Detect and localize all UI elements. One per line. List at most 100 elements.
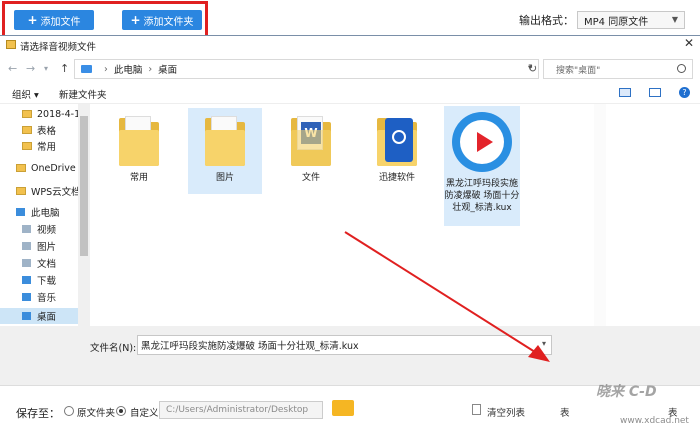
app-toolbar: + 添加文件 + 添加文件夹 输出格式： MP4 同原文件 ▼ xyxy=(0,0,700,38)
output-format-value: MP4 同原文件 xyxy=(584,16,649,28)
video-icon xyxy=(22,225,31,233)
file-item-label: 常用 xyxy=(129,173,148,183)
folder-icon xyxy=(22,126,32,134)
sidebar-item-label: 常用 xyxy=(37,142,57,153)
add-folder-label: 添加文件夹 xyxy=(143,16,194,28)
computer-icon xyxy=(81,65,92,73)
save-bar: 保存至： 原文件夹 自定义 C:/Users/Administrator/Des… xyxy=(0,385,700,434)
sidebar-item-onedrive[interactable]: OneDrive xyxy=(0,160,88,176)
preview-pane-icon[interactable] xyxy=(649,88,661,97)
sidebar-item-tables[interactable]: 表格 xyxy=(0,122,88,138)
radio-custom[interactable] xyxy=(116,406,126,416)
back-arrow-icon[interactable]: ← xyxy=(8,62,17,75)
sidebar-scrollbar-thumb[interactable] xyxy=(80,116,88,256)
search-input[interactable]: 搜索"桌面" xyxy=(543,59,693,79)
chevron-down-icon: ▼ xyxy=(671,15,678,24)
picture-icon xyxy=(22,242,31,250)
file-item-kux-video[interactable]: 黑龙江呼玛段实施防凌爆破 场面十分壮观_标清.kux xyxy=(444,106,520,226)
add-file-label: 添加文件 xyxy=(40,16,81,28)
view-mode-icon[interactable] xyxy=(619,88,631,97)
file-list-scrollbar[interactable] xyxy=(594,104,606,326)
filename-label: 文件名(N): xyxy=(90,343,137,354)
navigation-pane: 2018-4-12 表格 常用 OneDrive WPS云文档 此电脑 视频 图… xyxy=(0,104,90,326)
file-item-label: 图片 xyxy=(215,173,234,183)
file-item-xunjie-folder[interactable]: 迅捷软件 xyxy=(360,108,434,194)
folder-icon xyxy=(22,142,32,150)
up-arrow-icon[interactable]: ↑ xyxy=(60,62,69,75)
sidebar-item-2018-4-12[interactable]: 2018-4-12 xyxy=(0,106,88,122)
save-path-field[interactable]: C:/Users/Administrator/Desktop xyxy=(159,401,323,419)
sidebar-item-videos[interactable]: 视频 xyxy=(0,221,88,237)
chevron-down-icon[interactable]: ▾ xyxy=(44,64,48,73)
file-item-pictures-folder[interactable]: 图片 xyxy=(188,108,262,194)
document-icon xyxy=(22,259,31,267)
sidebar-item-this-pc[interactable]: 此电脑 xyxy=(0,204,88,220)
dialog-title: 请选择音视频文件 xyxy=(20,42,97,53)
search-icon xyxy=(677,64,686,73)
plus-icon: + xyxy=(27,13,38,27)
trash-icon[interactable] xyxy=(472,404,481,415)
list-button[interactable]: 表 xyxy=(560,405,570,419)
plus-icon: + xyxy=(130,13,141,27)
sidebar-item-common[interactable]: 常用 xyxy=(0,138,88,154)
folder-icon xyxy=(22,110,32,118)
output-format-select[interactable]: MP4 同原文件 ▼ xyxy=(577,11,685,29)
sidebar-item-label: 此电脑 xyxy=(31,208,60,219)
file-item-files-folder[interactable]: W 文件 xyxy=(274,108,348,194)
file-item-common-folder[interactable]: 常用 xyxy=(102,108,176,194)
sidebar-item-documents[interactable]: 文档 xyxy=(0,255,88,271)
sidebar-item-label: 文档 xyxy=(37,259,57,270)
breadcrumb-root[interactable]: 此电脑 xyxy=(114,62,143,76)
save-to-label: 保存至： xyxy=(16,407,60,420)
add-file-button[interactable]: + 添加文件 xyxy=(14,10,94,30)
address-row: ← → ▾ ↑ › 此电脑 › 桌面 ▾ ↻ 搜索"桌面" xyxy=(0,56,700,82)
close-icon[interactable]: ✕ xyxy=(684,36,694,50)
organize-button[interactable]: 组织 ▾ xyxy=(12,87,39,101)
folder-icon xyxy=(205,116,245,168)
forward-arrow-icon[interactable]: → xyxy=(26,62,35,75)
video-player-icon xyxy=(452,112,512,172)
radio-original-label: 原文件夹 xyxy=(77,408,116,419)
new-folder-button[interactable]: 新建文件夹 xyxy=(59,87,107,101)
command-bar: 组织 ▾ 新建文件夹 ? xyxy=(0,82,700,104)
folder-icon xyxy=(16,187,26,195)
breadcrumb-folder[interactable]: 桌面 xyxy=(158,62,177,76)
filename-value: 黑龙江呼玛段实施防凌爆破 场面十分壮观_标清.kux xyxy=(141,341,359,352)
sidebar-item-pictures[interactable]: 图片 xyxy=(0,238,88,254)
folder-icon xyxy=(16,164,26,172)
watermark-url: www.xdcad.net xyxy=(620,416,689,426)
file-item-label: 黑龙江呼玛段实施防凌爆破 场面十分壮观_标清.kux xyxy=(444,179,520,213)
output-format-label: 输出格式： xyxy=(519,14,574,27)
download-icon xyxy=(22,276,31,284)
radio-custom-label: 自定义 xyxy=(130,408,159,419)
word-folder-icon: W xyxy=(291,116,331,168)
sidebar-item-music[interactable]: 音乐 xyxy=(0,289,88,305)
filename-row: 文件名(N): 黑龙江呼玛段实施防凌爆破 场面十分壮观_标清.kux ▾ xyxy=(0,326,700,386)
filename-input[interactable]: 黑龙江呼玛段实施防凌爆破 场面十分壮观_标清.kux ▾ xyxy=(137,335,552,355)
file-item-label: 迅捷软件 xyxy=(378,173,415,183)
radio-original-folder[interactable] xyxy=(64,406,74,416)
add-folder-button[interactable]: + 添加文件夹 xyxy=(122,10,202,30)
dialog-titlebar: 请选择音视频文件 ✕ xyxy=(0,36,700,54)
clear-list-button[interactable]: 清空列表 xyxy=(487,405,525,419)
address-bar[interactable]: › 此电脑 › 桌面 ▾ xyxy=(74,59,539,79)
sidebar-item-label: 下载 xyxy=(37,276,57,287)
help-icon[interactable]: ? xyxy=(679,87,690,98)
sidebar-item-downloads[interactable]: 下载 xyxy=(0,272,88,288)
folder-icon xyxy=(119,116,159,168)
watermark: 晓来 C-D xyxy=(596,384,657,400)
file-item-label: 文件 xyxy=(301,173,320,183)
refresh-icon[interactable]: ↻ xyxy=(528,62,537,75)
sidebar-item-label: 图片 xyxy=(37,242,57,253)
view-buttons: ? xyxy=(619,87,690,98)
sidebar-item-desktop[interactable]: 桌面 xyxy=(0,308,88,324)
sidebar-item-wps-cloud[interactable]: WPS云文档 xyxy=(0,183,88,199)
sidebar-item-label: 音乐 xyxy=(37,293,57,304)
chevron-down-icon[interactable]: ▾ xyxy=(542,339,546,348)
computer-icon xyxy=(16,208,25,216)
search-placeholder: 搜索"桌面" xyxy=(556,65,601,76)
file-open-dialog: 请选择音视频文件 ✕ ← → ▾ ↑ › 此电脑 › 桌面 ▾ ↻ 搜索"桌面"… xyxy=(0,35,700,386)
open-folder-icon[interactable] xyxy=(332,400,354,416)
music-icon xyxy=(22,293,31,301)
folder-icon xyxy=(6,40,16,49)
